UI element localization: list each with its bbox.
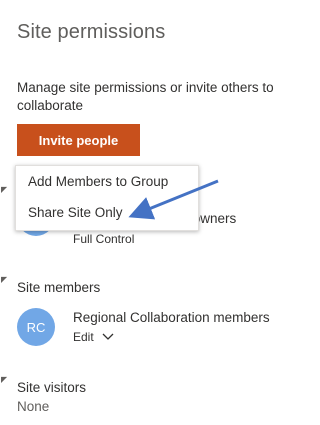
owners-collapse-caret-icon[interactable]: ◤ xyxy=(1,186,9,194)
menu-item-add-members-to-group[interactable]: Add Members to Group xyxy=(16,166,198,197)
members-group-name[interactable]: Regional Collaboration members xyxy=(73,310,270,325)
panel-title: Site permissions xyxy=(17,21,166,43)
site-visitors-header[interactable]: Site visitors xyxy=(17,380,86,395)
site-members-header[interactable]: Site members xyxy=(17,280,100,295)
chevron-down-icon xyxy=(102,333,114,340)
visitors-collapse-caret-icon[interactable]: ◤ xyxy=(1,376,9,384)
members-permission-label: Edit xyxy=(73,330,94,344)
members-collapse-caret-icon[interactable]: ◤ xyxy=(1,276,9,284)
visitors-value: None xyxy=(17,399,50,414)
owners-permission: Full Control xyxy=(73,232,135,246)
members-permission-dropdown[interactable]: Edit xyxy=(73,330,114,344)
panel-description: Manage site permissions or invite others… xyxy=(17,80,274,113)
invite-people-button[interactable]: Invite people xyxy=(17,124,140,156)
site-permissions-panel: Site permissions Manage site permissions… xyxy=(0,0,308,425)
invite-people-menu: Add Members to Group Share Site Only xyxy=(15,165,199,231)
menu-item-share-site-only[interactable]: Share Site Only xyxy=(16,197,198,228)
members-avatar: RC xyxy=(17,308,55,346)
